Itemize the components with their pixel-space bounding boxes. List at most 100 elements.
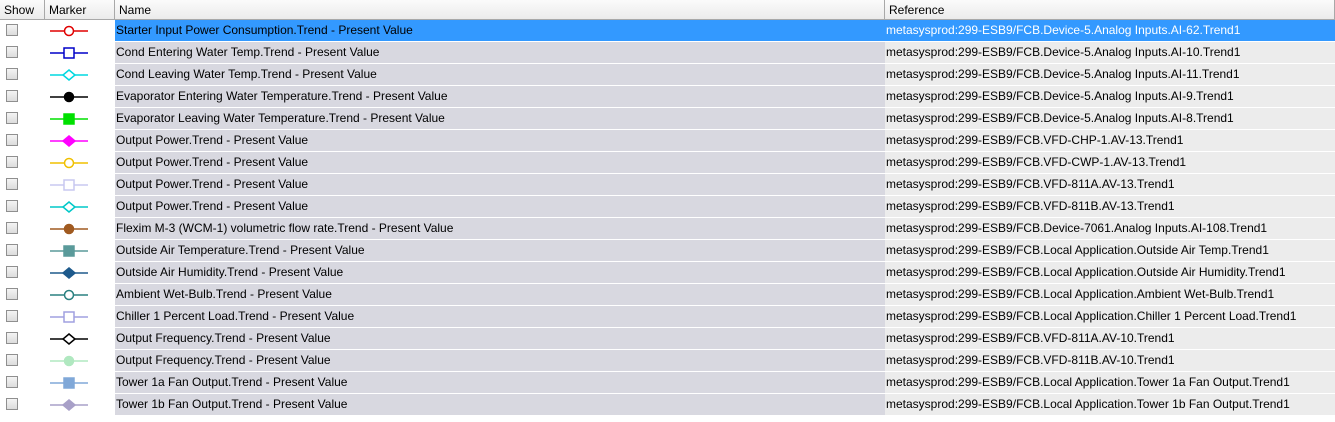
name-cell[interactable]: Output Frequency.Trend - Present Value — [115, 328, 885, 349]
marker-cell[interactable] — [45, 152, 115, 173]
table-row[interactable]: Tower 1b Fan Output.Trend - Present Valu… — [0, 394, 1335, 416]
show-checkbox[interactable] — [6, 222, 18, 234]
column-header-name[interactable]: Name — [115, 0, 885, 20]
reference-cell: metasysprod:299-ESB9/FCB.Device-5.Analog… — [885, 42, 1335, 63]
name-cell[interactable]: Evaporator Entering Water Temperature.Tr… — [115, 86, 885, 107]
name-cell[interactable]: Output Power.Trend - Present Value — [115, 152, 885, 173]
table-row[interactable]: Evaporator Entering Water Temperature.Tr… — [0, 86, 1335, 108]
show-cell — [0, 152, 45, 173]
show-checkbox[interactable] — [6, 68, 18, 80]
table-row[interactable]: Outside Air Temperature.Trend - Present … — [0, 240, 1335, 262]
name-cell[interactable]: Output Power.Trend - Present Value — [115, 174, 885, 195]
marker-swatch-icon — [49, 308, 89, 327]
show-checkbox[interactable] — [6, 156, 18, 168]
name-cell[interactable]: Starter Input Power Consumption.Trend - … — [115, 20, 885, 41]
name-cell[interactable]: Output Power.Trend - Present Value — [115, 130, 885, 151]
name-cell[interactable]: Chiller 1 Percent Load.Trend - Present V… — [115, 306, 885, 327]
trend-name: Cond Entering Water Temp.Trend - Present… — [116, 45, 380, 59]
name-cell[interactable]: Outside Air Temperature.Trend - Present … — [115, 240, 885, 261]
show-checkbox[interactable] — [6, 244, 18, 256]
trend-name: Output Power.Trend - Present Value — [116, 155, 309, 169]
show-cell — [0, 394, 45, 415]
show-checkbox[interactable] — [6, 398, 18, 410]
marker-cell[interactable] — [45, 394, 115, 415]
show-cell — [0, 20, 45, 41]
show-cell — [0, 350, 45, 371]
marker-cell[interactable] — [45, 86, 115, 107]
marker-cell[interactable] — [45, 196, 115, 217]
marker-cell[interactable] — [45, 20, 115, 41]
marker-cell[interactable] — [45, 262, 115, 283]
name-cell[interactable]: Output Frequency.Trend - Present Value — [115, 350, 885, 371]
trend-name: Output Power.Trend - Present Value — [116, 199, 309, 213]
table-row[interactable]: Starter Input Power Consumption.Trend - … — [0, 20, 1335, 42]
table-row[interactable]: Output Power.Trend - Present Value metas… — [0, 152, 1335, 174]
marker-cell[interactable] — [45, 240, 115, 261]
marker-cell[interactable] — [45, 306, 115, 327]
show-cell — [0, 328, 45, 349]
show-checkbox[interactable] — [6, 90, 18, 102]
table-row[interactable]: Output Power.Trend - Present Value metas… — [0, 174, 1335, 196]
name-cell[interactable]: Tower 1a Fan Output.Trend - Present Valu… — [115, 372, 885, 393]
name-cell[interactable]: Evaporator Leaving Water Temperature.Tre… — [115, 108, 885, 129]
marker-cell[interactable] — [45, 284, 115, 305]
marker-cell[interactable] — [45, 372, 115, 393]
name-cell[interactable]: Tower 1b Fan Output.Trend - Present Valu… — [115, 394, 885, 415]
marker-cell[interactable] — [45, 42, 115, 63]
show-checkbox[interactable] — [6, 310, 18, 322]
column-header-reference[interactable]: Reference — [885, 0, 1335, 20]
trend-name: Output Frequency.Trend - Present Value — [116, 353, 331, 367]
marker-cell[interactable] — [45, 64, 115, 85]
column-header-marker[interactable]: Marker — [45, 0, 115, 20]
show-checkbox[interactable] — [6, 376, 18, 388]
name-cell[interactable]: Output Power.Trend - Present Value — [115, 196, 885, 217]
marker-cell[interactable] — [45, 218, 115, 239]
table-row[interactable]: Output Power.Trend - Present Value metas… — [0, 130, 1335, 152]
column-header-show[interactable]: Show — [0, 0, 45, 20]
show-checkbox[interactable] — [6, 134, 18, 146]
marker-swatch-icon — [49, 374, 89, 393]
show-checkbox[interactable] — [6, 266, 18, 278]
show-cell — [0, 64, 45, 85]
table-row[interactable]: Tower 1a Fan Output.Trend - Present Valu… — [0, 372, 1335, 394]
name-cell[interactable]: Flexim M-3 (WCM-1) volumetric flow rate.… — [115, 218, 885, 239]
show-checkbox[interactable] — [6, 112, 18, 124]
marker-swatch-icon — [49, 396, 89, 415]
show-checkbox[interactable] — [6, 24, 18, 36]
marker-cell[interactable] — [45, 328, 115, 349]
marker-swatch-icon — [49, 110, 89, 129]
name-cell[interactable]: Cond Leaving Water Temp.Trend - Present … — [115, 64, 885, 85]
show-checkbox[interactable] — [6, 46, 18, 58]
table-row[interactable]: Output Frequency.Trend - Present Value m… — [0, 328, 1335, 350]
show-cell — [0, 218, 45, 239]
marker-cell[interactable] — [45, 130, 115, 151]
marker-cell[interactable] — [45, 108, 115, 129]
show-checkbox[interactable] — [6, 332, 18, 344]
table-header: Show Marker Name Reference — [0, 0, 1335, 20]
marker-swatch-icon — [49, 286, 89, 305]
name-cell[interactable]: Cond Entering Water Temp.Trend - Present… — [115, 42, 885, 63]
trend-name: Output Frequency.Trend - Present Value — [116, 331, 331, 345]
reference-cell: metasysprod:299-ESB9/FCB.VFD-811A.AV-13.… — [885, 174, 1335, 195]
table-row[interactable]: Flexim M-3 (WCM-1) volumetric flow rate.… — [0, 218, 1335, 240]
table-row[interactable]: Chiller 1 Percent Load.Trend - Present V… — [0, 306, 1335, 328]
table-row[interactable]: Output Frequency.Trend - Present Value m… — [0, 350, 1335, 372]
marker-cell[interactable] — [45, 174, 115, 195]
show-checkbox[interactable] — [6, 288, 18, 300]
table-row[interactable]: Evaporator Leaving Water Temperature.Tre… — [0, 108, 1335, 130]
name-cell[interactable]: Outside Air Humidity.Trend - Present Val… — [115, 262, 885, 283]
table-row[interactable]: Output Power.Trend - Present Value metas… — [0, 196, 1335, 218]
reference-cell: metasysprod:299-ESB9/FCB.VFD-811A.AV-10.… — [885, 328, 1335, 349]
show-checkbox[interactable] — [6, 354, 18, 366]
table-row[interactable]: Ambient Wet-Bulb.Trend - Present Value m… — [0, 284, 1335, 306]
table-row[interactable]: Cond Leaving Water Temp.Trend - Present … — [0, 64, 1335, 86]
show-checkbox[interactable] — [6, 178, 18, 190]
reference-cell: metasysprod:299-ESB9/FCB.Device-5.Analog… — [885, 20, 1335, 41]
show-checkbox[interactable] — [6, 200, 18, 212]
table-row[interactable]: Outside Air Humidity.Trend - Present Val… — [0, 262, 1335, 284]
table-row[interactable]: Cond Entering Water Temp.Trend - Present… — [0, 42, 1335, 64]
name-cell[interactable]: Ambient Wet-Bulb.Trend - Present Value — [115, 284, 885, 305]
marker-cell[interactable] — [45, 350, 115, 371]
reference-cell: metasysprod:299-ESB9/FCB.VFD-811B.AV-13.… — [885, 196, 1335, 217]
marker-swatch-icon — [49, 132, 89, 151]
